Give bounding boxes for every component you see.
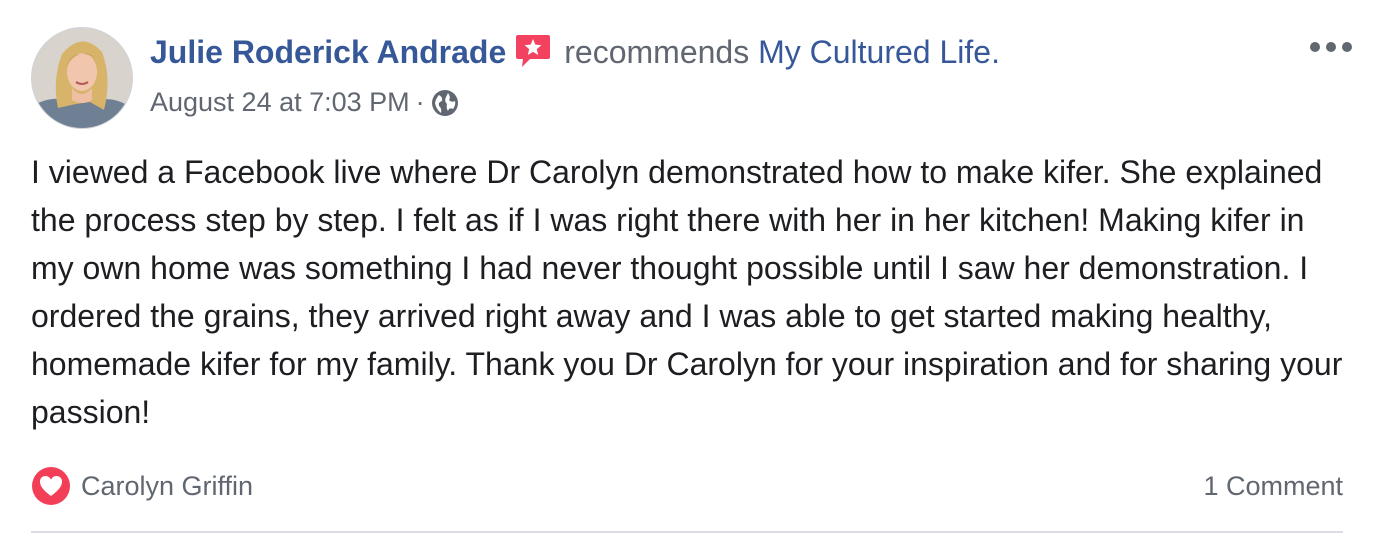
author-name[interactable]: Julie Roderick Andrade — [150, 34, 506, 70]
post-header: Julie Roderick Andrade recommends My Cul… — [150, 28, 1000, 82]
love-reaction-icon[interactable] — [31, 466, 71, 506]
timestamp[interactable]: August 24 at 7:03 PM — [150, 87, 410, 117]
post-body: I viewed a Facebook live where Dr Caroly… — [31, 154, 1343, 430]
action-text: recommends — [564, 34, 750, 70]
page-link[interactable]: My Cultured Life. — [758, 34, 1000, 70]
comment-count[interactable]: 1 Comment — [1203, 466, 1343, 506]
globe-icon[interactable] — [431, 88, 459, 128]
more-options-icon[interactable] — [1308, 38, 1354, 56]
post-card: Julie Roderick Andrade recommends My Cul… — [0, 0, 1373, 536]
reactor-names[interactable]: Carolyn Griffin — [81, 466, 253, 506]
recommendation-star-icon — [514, 33, 552, 82]
avatar[interactable] — [31, 27, 133, 129]
reactions-bar: Carolyn Griffin 1 Comment — [31, 462, 1343, 508]
divider — [31, 531, 1343, 533]
post-meta: August 24 at 7:03 PM · — [150, 82, 459, 128]
separator: · — [415, 87, 425, 117]
